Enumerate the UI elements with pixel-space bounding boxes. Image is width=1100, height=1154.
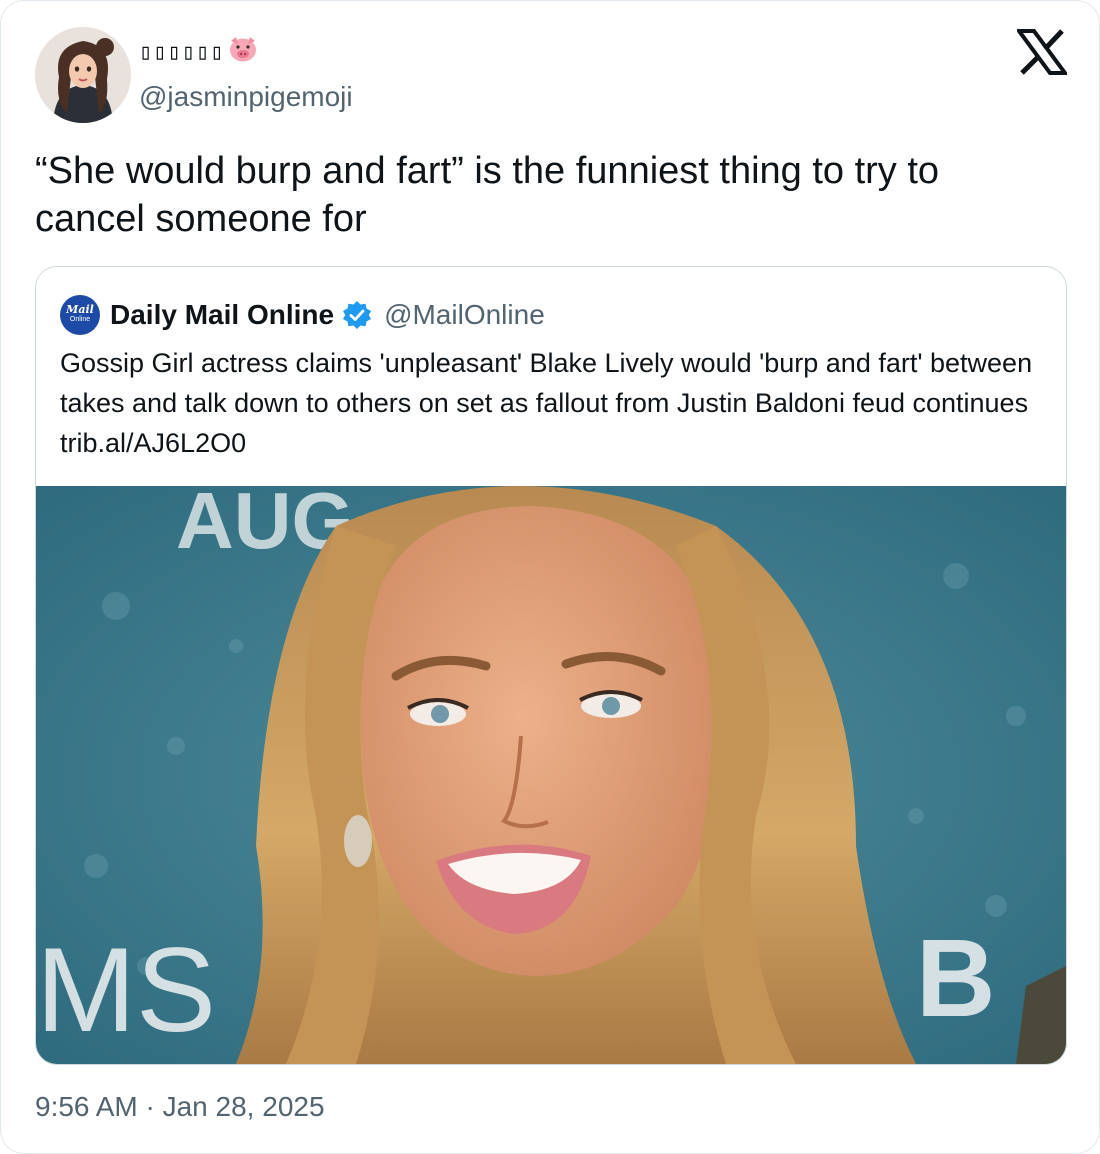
display-name[interactable]: ▯▯▯▯▯▯ — [139, 35, 258, 70]
online-logo-text: Online — [69, 316, 91, 323]
pig-face-emoji — [228, 35, 258, 70]
quoted-tweet-header: Mail Online Daily Mail Online @MailOnlin… — [60, 295, 545, 335]
mail-logo-text: Mail — [66, 303, 94, 316]
quoted-tweet-text: Gossip Girl actress claims 'unpleasant' … — [60, 348, 1033, 458]
tweet-card: ▯▯▯▯▯▯ @jasminpigemoji “She would burp a… — [0, 0, 1100, 1154]
tweet-text: “She would burp and fart” is the funnies… — [35, 150, 940, 240]
verified-badge-icon — [342, 300, 372, 330]
quoted-display-name[interactable]: Daily Mail Online — [110, 299, 334, 331]
mail-online-avatar[interactable]: Mail Online — [60, 295, 100, 335]
backdrop-text-left: MS — [36, 923, 216, 1057]
x-logo-icon[interactable] — [1015, 29, 1069, 75]
quoted-handle[interactable]: @MailOnline — [384, 299, 545, 331]
backdrop-text-right: B — [916, 917, 995, 1040]
avatar[interactable] — [35, 27, 131, 123]
display-name-text: ▯▯▯▯▯▯ — [139, 40, 225, 65]
quoted-tweet-image[interactable]: AUG MS B — [36, 476, 1066, 1064]
user-handle[interactable]: @jasminpigemoji — [139, 81, 353, 113]
quoted-tweet[interactable]: Mail Online Daily Mail Online @MailOnlin… — [35, 266, 1067, 1065]
tweet-timestamp[interactable]: 9:56 AM · Jan 28, 2025 — [35, 1091, 325, 1123]
